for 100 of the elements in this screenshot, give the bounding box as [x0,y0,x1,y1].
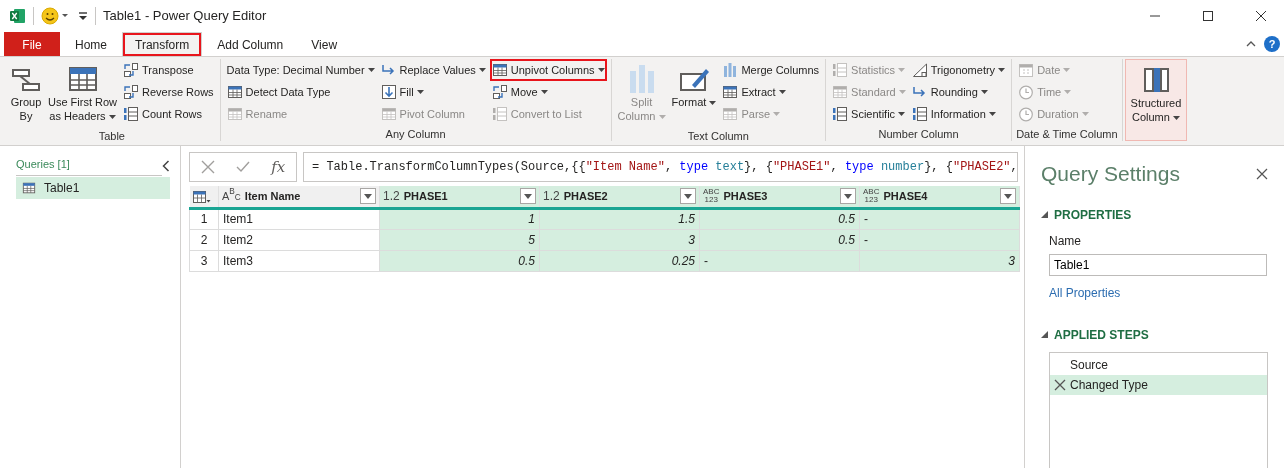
caret-icon [108,115,116,120]
caret-icon [1064,90,1072,94]
table-icon [22,180,36,195]
row-number: 2 [189,229,219,250]
table-menu-button[interactable] [189,186,219,208]
ribbon-button[interactable]: Transpose [121,59,216,81]
column-name: PHASE4 [883,189,928,204]
group-label: Text Column [686,129,750,143]
caret-icon [1004,193,1012,199]
section-heading: APPLIED STEPS [1054,326,1149,344]
formula-field[interactable]: = Table.TransformColumnTypes(Source,{{"Item Name", type text}, {"PHASE1", type number}, {"PHASE2", [303,152,1018,182]
caret-icon [778,90,786,94]
ribbon-button[interactable]: Rounding [909,81,1008,103]
ribbon-button[interactable]: Fill [378,81,488,103]
column-header[interactable]: 1.2 PHASE1 [379,186,540,208]
caret-icon [524,193,532,199]
name-field[interactable]: Table1 [1049,253,1267,276]
columns-icon [722,62,739,78]
table-icon [491,62,508,78]
caret-icon [898,68,906,72]
ribbon-tab[interactable]: Home [62,32,120,56]
caret-icon [597,68,605,72]
collapse-icon[interactable] [162,159,170,172]
column-name: PHASE3 [723,189,768,204]
ribbon-button[interactable]: Trigonometry [909,59,1008,81]
ribbon-button[interactable]: Data Type: Decimal Number [224,59,377,81]
table-icon [722,84,739,100]
applied-step[interactable]: Changed Type [1050,374,1267,395]
group-label: Number Column [877,127,960,141]
type-label: 1.2 [383,190,400,203]
ribbon-button[interactable]: Detect Data Type [224,81,377,103]
ribbon-button[interactable]: Move [489,81,607,103]
collapse-section-icon[interactable] [1041,331,1048,338]
ribbon-button[interactable]: Information [909,103,1008,125]
customize-toolbar-icon[interactable] [78,11,88,21]
filter-button[interactable] [1000,188,1016,205]
ribbon-button[interactable]: Group By [8,59,44,129]
ribbon-button[interactable]: Reverse Rows [121,81,216,103]
list-icon [123,106,140,122]
caret-icon [998,68,1006,72]
ribbon-button[interactable]: Structured Column [1128,60,1184,130]
caret-icon [709,101,717,106]
ribbon-button[interactable]: Extract [720,81,822,103]
close-icon[interactable] [1256,167,1268,180]
delete-icon[interactable] [1054,378,1066,391]
clock-icon [1018,106,1035,122]
ribbon-button[interactable]: Use First Row as Headers [46,59,120,129]
type-label: ABC 123 [703,188,720,205]
caret-icon [898,90,906,94]
filter-button[interactable] [840,188,856,205]
section-heading: PROPERTIES [1054,206,1132,224]
row-number: 3 [189,250,219,271]
fill-icon [380,84,397,100]
table-cell: Item1 [218,208,380,229]
caret-icon [367,68,375,72]
maximize-icon [1202,10,1214,22]
caret-icon [988,112,996,116]
caret-icon [684,193,692,199]
swap-icon [123,84,140,100]
column-header[interactable]: 1.2 PHASE2 [539,186,700,208]
group-label: Date & Time Column [1016,127,1118,141]
caret-icon [658,115,666,120]
caret-icon [844,193,852,199]
pane-title: Query Settings [1041,161,1180,187]
window-title: Table1 - Power Query Editor [103,7,267,26]
column-header[interactable]: A$^{B}$$_{C}$ Item Name [218,186,380,208]
caret-icon [478,68,486,72]
ribbon-tab[interactable]: View [298,32,351,56]
caret-icon [773,112,781,116]
ribbon-button[interactable]: Count Rows [121,103,216,125]
ribbon-button[interactable]: Replace Values [378,59,488,81]
ribbon-button[interactable]: Merge Columns [720,59,822,81]
pane-title: Queries [1] [16,156,162,176]
collapse-section-icon[interactable] [1041,211,1048,218]
ribbon-button[interactable]: Scientific [830,103,908,125]
ribbon-tab[interactable]: Add Column [204,32,297,56]
smiley-icon[interactable] [41,7,71,25]
help-button[interactable]: ? [1264,36,1280,52]
ribbon-button[interactable]: Format [669,59,719,129]
ribbon-button[interactable]: Unpivot Columns [489,59,607,81]
column-name: PHASE1 [403,189,448,204]
filter-button[interactable] [520,188,536,205]
clock-icon [1018,84,1035,100]
all-properties-link[interactable]: All Properties [1049,283,1121,302]
file-tab[interactable]: File [4,32,60,56]
filter-button[interactable] [680,188,696,205]
applied-step[interactable]: Source [1050,354,1267,375]
caret-icon [364,193,372,199]
collapse-ribbon-icon[interactable] [1246,41,1256,47]
query-item[interactable]: Table1 [16,176,170,199]
ribbon-tab[interactable]: Transform [122,32,203,56]
table-icon [226,84,243,100]
type-label: ABC 123 [863,188,880,205]
caret-icon [898,112,906,116]
row-number: 1 [189,208,219,229]
table-icon [832,84,849,100]
column-name: PHASE2 [563,189,608,204]
type-label: 1.2 [543,190,560,203]
filter-button[interactable] [360,188,376,205]
group-label: Table [97,129,126,143]
